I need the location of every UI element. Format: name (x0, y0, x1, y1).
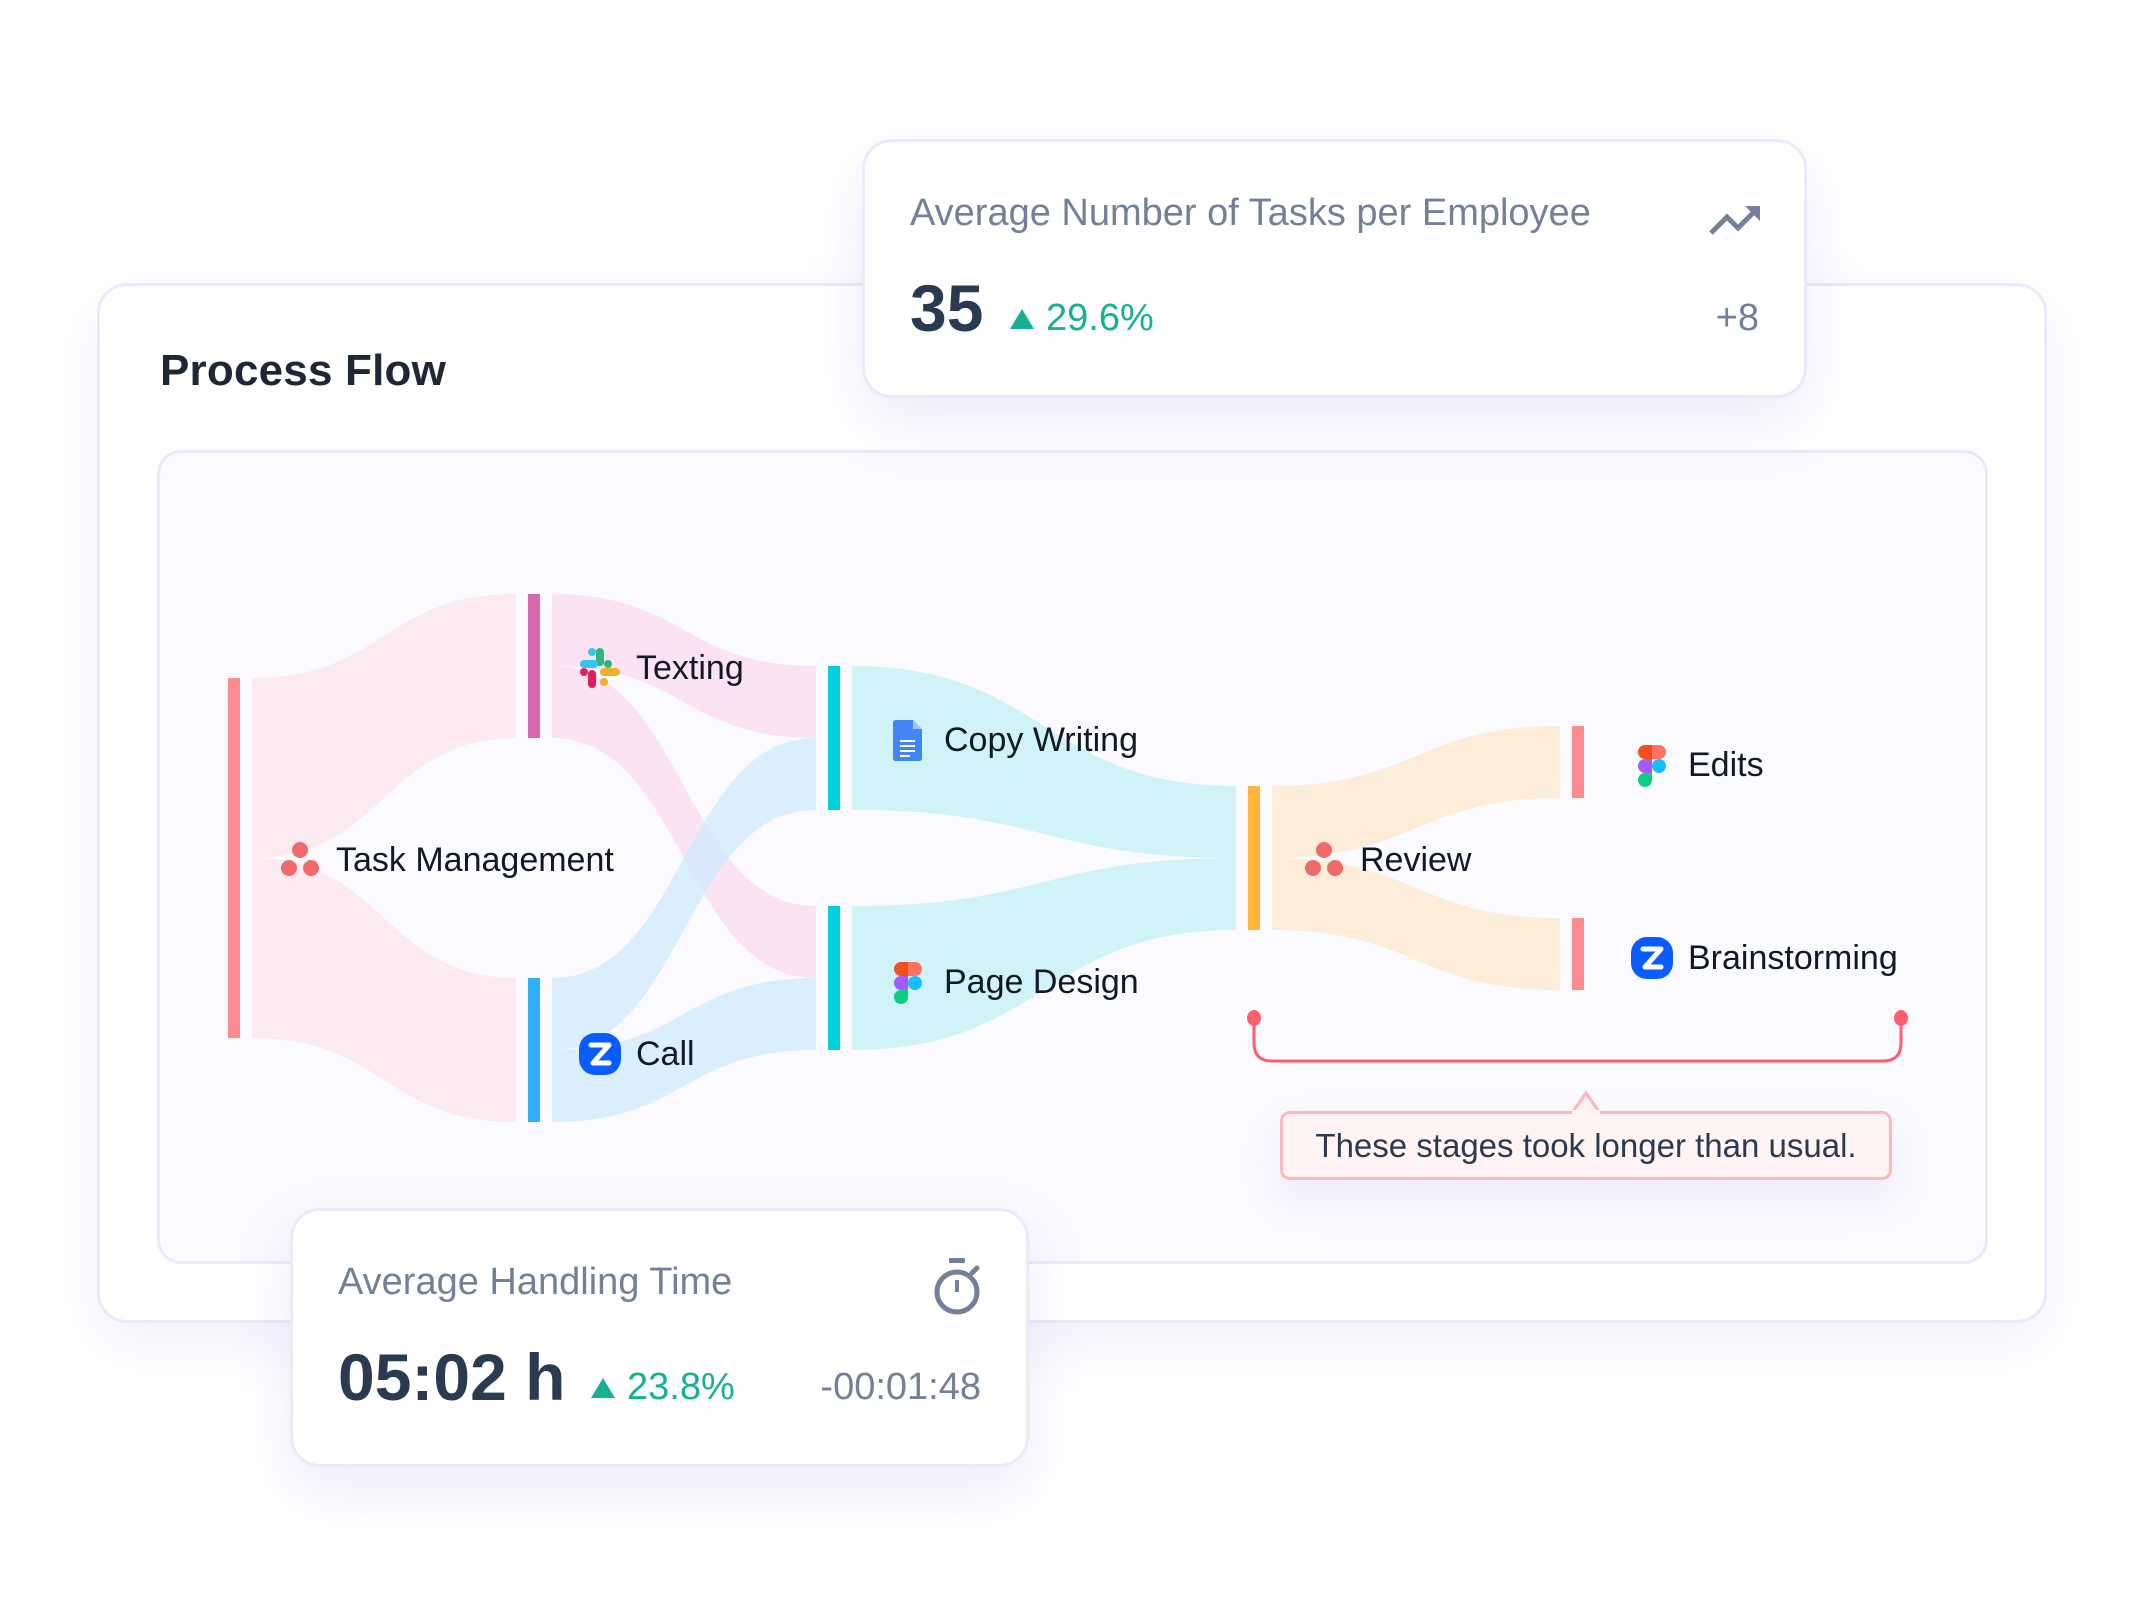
annotation-bracket-line (1252, 1018, 1903, 1063)
node-label-review[interactable]: Review (1302, 838, 1471, 882)
metric-value: 05:02 h (338, 1340, 566, 1414)
handling-time-card: Average Handling Time 05:02 h 23.8% -00:… (290, 1208, 1029, 1467)
node-label-brainstorming[interactable]: Brainstorming (1630, 936, 1898, 980)
node-label-texting[interactable]: Texting (578, 646, 744, 690)
google-docs-icon (893, 720, 922, 761)
asana-icon (1305, 842, 1343, 876)
tooltip-pointer-mask (1572, 1110, 1600, 1116)
node-bar-copy-writing[interactable] (828, 666, 840, 810)
tasks-per-employee-card: Average Number of Tasks per Employee 35 … (862, 139, 1807, 398)
metric-delta: 29.6% (1010, 297, 1154, 340)
annotation-dot-left (1247, 1010, 1261, 1026)
annotation-tooltip: These stages took longer than usual. (1280, 1111, 1892, 1180)
node-bar-edits[interactable] (1572, 726, 1584, 798)
link-task-management-to-call[interactable] (252, 858, 516, 1122)
node-bar-task-management[interactable] (228, 678, 240, 1038)
up-triangle-icon (591, 1377, 615, 1398)
link-copy-writing-to-review[interactable] (852, 666, 1236, 858)
figma-icon (894, 962, 922, 1004)
node-label-call[interactable]: Call (578, 1032, 695, 1076)
up-triangle-icon (1010, 308, 1034, 329)
metric-change: -00:01:48 (820, 1366, 981, 1408)
link-page-design-to-review[interactable] (852, 858, 1236, 1050)
stopwatch-icon (934, 1258, 980, 1315)
metric-title: Average Handling Time (338, 1261, 733, 1303)
node-bar-page-design[interactable] (828, 906, 840, 1050)
node-bar-review[interactable] (1248, 786, 1260, 930)
zoom-icon (579, 1033, 621, 1075)
node-label-page-design[interactable]: Page Design (886, 960, 1139, 1004)
node-label-copy-writing[interactable]: Copy Writing (886, 718, 1138, 762)
node-bar-call[interactable] (528, 978, 540, 1122)
metric-change: +8 (1715, 297, 1759, 339)
zoom-icon (1631, 937, 1673, 979)
annotation-bracket (1247, 1010, 1908, 1063)
trending-up-icon (1709, 206, 1760, 235)
metric-value: 35 (910, 271, 984, 345)
annotation-dot-right (1894, 1010, 1908, 1026)
link-task-management-to-texting[interactable] (252, 594, 516, 858)
slack-icon (580, 648, 620, 688)
node-bar-texting[interactable] (528, 594, 540, 738)
figma-icon (1638, 745, 1666, 787)
node-label-edits[interactable]: Edits (1630, 743, 1764, 787)
node-bar-brainstorming[interactable] (1572, 918, 1584, 990)
asana-icon (281, 842, 319, 876)
metric-delta: 23.8% (591, 1366, 735, 1409)
node-label-task-management[interactable]: Task Management (278, 838, 614, 882)
metric-title: Average Number of Tasks per Employee (910, 192, 1591, 234)
